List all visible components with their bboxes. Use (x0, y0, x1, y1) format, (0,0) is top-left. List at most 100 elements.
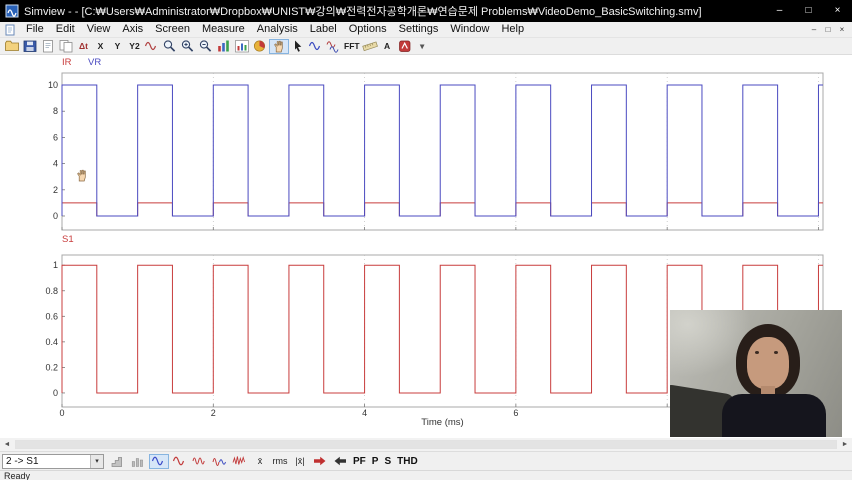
copy-icon[interactable] (57, 39, 75, 54)
waveform-double-icon[interactable] (191, 454, 209, 469)
save-icon[interactable] (21, 39, 39, 54)
mean-icon[interactable]: x̄ (251, 454, 269, 469)
menu-axis[interactable]: Axis (116, 22, 149, 37)
simview-window: Simview - - [C:₩Users₩Administrator₩Drop… (0, 0, 852, 480)
x-tick-label: 6 (513, 408, 518, 418)
person-face (747, 337, 789, 389)
x-axis-icon[interactable]: X (92, 39, 109, 54)
x-tick-label: 4 (362, 408, 367, 418)
menu-settings[interactable]: Settings (393, 22, 445, 37)
y-tick-label: 8 (53, 106, 58, 116)
waveform-red-icon[interactable] (171, 454, 189, 469)
next-page-icon[interactable] (311, 454, 329, 469)
apparent-power-button[interactable]: S (384, 456, 391, 467)
thd-button[interactable]: THD (397, 456, 418, 467)
document-icon[interactable] (4, 24, 16, 36)
zoom-out-icon[interactable] (197, 39, 215, 54)
legend-IR: IR (62, 57, 72, 68)
menu-edit[interactable]: Edit (50, 22, 81, 37)
signal-selector-value: 2 -> S1 (6, 455, 39, 467)
menu-analysis[interactable]: Analysis (251, 22, 304, 37)
legend-VR: VR (88, 57, 101, 68)
measurement-icons: x̄ rms |x̄| PF P S THD (108, 453, 421, 469)
menu-file[interactable]: File (20, 22, 50, 37)
menu-measure[interactable]: Measure (196, 22, 251, 37)
redraw-icon[interactable] (215, 39, 233, 54)
print-icon[interactable] (39, 39, 57, 54)
y-tick-label: 0 (53, 211, 58, 221)
status-bar: Ready (0, 470, 852, 480)
menu-screen[interactable]: Screen (149, 22, 196, 37)
power-factor-button[interactable]: PF (353, 456, 366, 467)
minimize-button[interactable]: – (765, 0, 794, 22)
zoom-in-icon[interactable] (179, 39, 197, 54)
bar-display-icon[interactable] (109, 454, 127, 469)
maximize-button[interactable]: □ (794, 0, 823, 22)
status-text: Ready (4, 471, 31, 480)
hand-pan-icon[interactable] (269, 38, 289, 54)
fft-icon[interactable]: FFT (343, 39, 361, 54)
waveform-noise-icon[interactable] (231, 454, 249, 469)
prev-page-icon[interactable] (331, 454, 349, 469)
window-title: Simview - - [C:₩Users₩Administrator₩Drop… (24, 6, 702, 18)
phase-icon[interactable] (396, 39, 414, 54)
pointer-icon[interactable] (289, 39, 307, 54)
chart-top: 0 2 4 6 8 10 IR VR (48, 57, 824, 231)
mdi-minimize-icon[interactable]: – (807, 23, 821, 37)
waveform-IR (61, 202, 823, 217)
sine-display-icon[interactable] (149, 453, 169, 469)
open-icon[interactable] (3, 39, 21, 54)
y-tick-label: 0 (53, 388, 58, 398)
toolbar-overflow-icon[interactable]: ▾ (414, 39, 431, 54)
add-screen-icon[interactable] (233, 39, 251, 54)
person-body (722, 394, 826, 437)
mdi-restore-icon[interactable]: □ (821, 23, 835, 37)
webcam-person (722, 324, 826, 437)
y-axis-icon[interactable]: Y (109, 39, 126, 54)
measurement-toolbar: 2 -> S1 ▾ x̄ rms |x̄| PF P S THD (0, 451, 852, 470)
menu-help[interactable]: Help (495, 22, 530, 37)
app-icon (5, 4, 19, 18)
rms-icon[interactable]: rms (271, 454, 289, 469)
menu-items: File Edit View Axis Screen Measure Analysis Lab… (20, 22, 530, 37)
dual-curve-icon[interactable] (325, 39, 343, 54)
signal-selector[interactable]: 2 -> S1 ▾ (2, 453, 104, 469)
close-button[interactable]: × (823, 0, 852, 22)
menu-options[interactable]: Options (343, 22, 393, 37)
mdi-close-icon[interactable]: × (835, 23, 849, 37)
y2-axis-icon[interactable]: Y2 (126, 39, 143, 54)
menu-window[interactable]: Window (444, 22, 495, 37)
window-controls: – □ × (765, 0, 852, 22)
y-tick-label: 0.2 (45, 362, 58, 372)
y-tick-label: 1 (53, 260, 58, 270)
scrollbar-thumb[interactable] (16, 441, 836, 448)
menu-bar: File Edit View Axis Screen Measure Analysis Lab… (0, 22, 852, 38)
combo-dropdown-icon[interactable]: ▾ (90, 454, 103, 468)
overlay-curve-icon[interactable] (307, 39, 325, 54)
y-tick-label: 0.8 (45, 286, 58, 296)
menu-label[interactable]: Label (304, 22, 343, 37)
scrollbar-track[interactable] (15, 440, 837, 449)
horizontal-scrollbar: ◄ ► (0, 438, 852, 451)
person-eye-left (755, 351, 759, 354)
pie-view-icon[interactable] (251, 39, 269, 54)
x-tick-label: 0 (59, 408, 64, 418)
add-curve-icon[interactable] (143, 39, 161, 54)
mdi-window-controls: – □ × (807, 23, 849, 37)
real-power-button[interactable]: P (372, 456, 379, 467)
zoom-icon[interactable] (161, 39, 179, 54)
text-label-icon[interactable]: A (379, 39, 396, 54)
scroll-right-icon[interactable]: ► (838, 438, 852, 451)
measure-icon[interactable]: Δt (75, 39, 92, 54)
menu-view[interactable]: View (81, 22, 117, 37)
x-tick-label: 2 (211, 408, 216, 418)
ruler-icon[interactable] (361, 39, 379, 54)
abs-mean-icon[interactable]: |x̄| (291, 454, 309, 469)
scroll-left-icon[interactable]: ◄ (0, 438, 14, 451)
stacked-display-icon[interactable] (129, 454, 147, 469)
title-bar: Simview - - [C:₩Users₩Administrator₩Drop… (0, 0, 852, 22)
waveform-mixed-icon[interactable] (211, 454, 229, 469)
x-axis-title: Time (ms) (421, 417, 463, 428)
hand-cursor (74, 168, 90, 187)
main-toolbar: Δt X Y Y2 FFT A ▾ (0, 38, 852, 55)
